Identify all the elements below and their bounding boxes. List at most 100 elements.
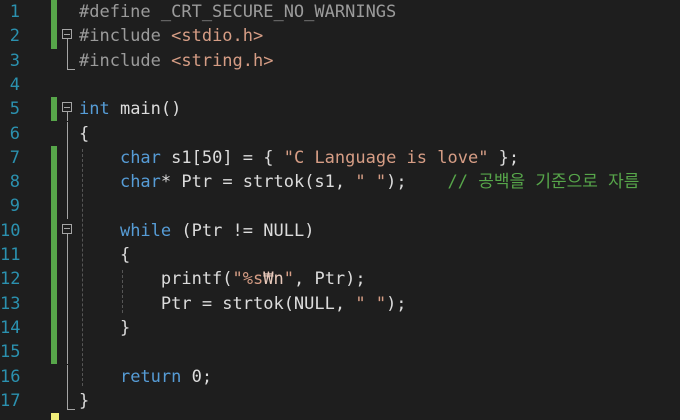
code-line[interactable]: 3 #include <string.h>	[0, 48, 680, 73]
code-text: Ptr = strtok(NULL, " ");	[79, 292, 407, 316]
code-line[interactable]: 14 }	[0, 315, 680, 341]
code-line[interactable]: 11 {	[0, 243, 680, 268]
code-text: #define _CRT_SECURE_NO_WARNINGS	[79, 0, 396, 24]
line-number: 3	[9, 50, 20, 71]
line-number: 7	[9, 147, 20, 168]
line-number: 2	[9, 26, 20, 47]
fold-line	[67, 315, 68, 341]
code-line[interactable]: 15	[0, 340, 680, 365]
collapse-toggle-icon[interactable]	[62, 102, 72, 113]
fold-line	[67, 48, 68, 69]
code-token: "C Language is love"	[283, 147, 489, 168]
fold-end	[67, 68, 75, 70]
code-line[interactable]: 6{	[0, 121, 680, 146]
change-indicator	[51, 24, 57, 49]
code-text: char* Ptr = strtok(s1, " "); // 공백을 기준으로…	[79, 170, 640, 194]
code-token: }	[79, 317, 131, 338]
change-indicator	[51, 291, 57, 316]
change-indicator	[51, 218, 57, 243]
fold-line	[67, 39, 68, 49]
fold-line	[67, 170, 68, 195]
line-number: 11	[0, 245, 21, 265]
code-line[interactable]: 17}	[0, 388, 680, 413]
fold-line	[67, 121, 68, 146]
line-number: 16	[0, 366, 21, 387]
code-token: );	[386, 293, 407, 314]
code-token: Ptr = strtok(NULL,	[79, 293, 356, 314]
change-indicator	[51, 267, 57, 292]
collapse-toggle-icon[interactable]	[62, 223, 72, 234]
line-number: 17	[0, 390, 21, 411]
code-token: main()	[109, 99, 182, 120]
code-token: int	[79, 99, 110, 120]
line-number: 14	[0, 317, 21, 338]
code-token: );	[386, 172, 448, 193]
code-token: {	[79, 245, 131, 265]
code-text: #include <string.h>	[79, 49, 273, 73]
code-line[interactable]: 5 int main()	[0, 97, 680, 122]
code-line[interactable]: 9	[0, 194, 680, 219]
fold-line	[67, 267, 68, 292]
code-token: #define _CRT_SECURE_NO_WARNINGS	[79, 2, 397, 22]
code-token: (Ptr != NULL)	[171, 220, 315, 241]
code-token: printf(	[79, 269, 233, 290]
code-text: {	[79, 243, 130, 267]
code-token: " "	[355, 172, 387, 193]
code-token: " "	[355, 293, 387, 314]
code-text: {	[79, 122, 89, 146]
code-editor[interactable]: 1 #define _CRT_SECURE_NO_WARNINGS 2 #includ…	[0, 0, 680, 420]
change-indicator	[51, 194, 57, 219]
fold-end	[67, 408, 75, 410]
indent-guide	[82, 148, 83, 386]
change-indicator	[51, 145, 57, 171]
line-number: 9	[9, 196, 20, 217]
code-line[interactable]: 4	[0, 73, 680, 97]
change-indicator	[51, 0, 57, 25]
fold-line	[67, 112, 68, 122]
code-line[interactable]: 2 #include <stdio.h>	[0, 24, 680, 49]
change-indicator	[51, 243, 57, 268]
code-text: while (Ptr != NULL)	[79, 219, 314, 243]
code-token: , Ptr);	[293, 269, 366, 290]
code-line[interactable]: 8 char* Ptr = strtok(s1, " "); // 공백을 기준…	[0, 170, 680, 195]
code-line[interactable]: 16 return 0;	[0, 364, 680, 389]
fold-line	[67, 388, 68, 409]
code-token: "%s	[232, 269, 264, 290]
code-token: <stdio.h>	[171, 26, 264, 47]
change-indicator	[51, 340, 57, 365]
code-text: char s1[50] = { "C Language is love" };	[79, 146, 519, 170]
code-token: // 공백을 기준으로 자름	[447, 172, 640, 193]
change-indicator	[51, 97, 57, 122]
code-token: #include	[79, 26, 172, 47]
code-text: int main()	[79, 97, 181, 121]
fold-line	[67, 194, 68, 219]
line-number: 13	[0, 293, 21, 314]
change-indicator	[51, 315, 57, 341]
code-token: ₩n	[263, 269, 284, 290]
line-number: 1	[9, 2, 20, 22]
fold-line	[67, 243, 68, 268]
line-number: 12	[0, 269, 21, 290]
indent-guide	[122, 270, 123, 313]
line-number: 6	[9, 123, 20, 144]
line-number: 5	[9, 99, 20, 120]
code-token: while	[119, 220, 172, 241]
change-indicator	[51, 170, 57, 195]
code-token: return	[119, 366, 182, 387]
code-line[interactable]: 1 #define _CRT_SECURE_NO_WARNINGS	[0, 0, 680, 25]
fold-line	[67, 340, 68, 365]
code-line[interactable]: 12 printf("%s₩n", Ptr);	[0, 267, 680, 292]
line-number: 10	[0, 220, 21, 241]
code-line[interactable]: 10 while (Ptr != NULL)	[0, 218, 680, 243]
code-line[interactable]: 13 Ptr = strtok(NULL, " ");	[0, 291, 680, 316]
code-line[interactable]: 7 char s1[50] = { "C Language is love" }…	[0, 145, 680, 171]
code-token: char	[119, 172, 161, 193]
fold-line	[67, 145, 68, 171]
code-text: }	[79, 316, 130, 340]
unsaved-change-marker	[51, 413, 59, 420]
collapse-toggle-icon[interactable]	[62, 29, 72, 40]
